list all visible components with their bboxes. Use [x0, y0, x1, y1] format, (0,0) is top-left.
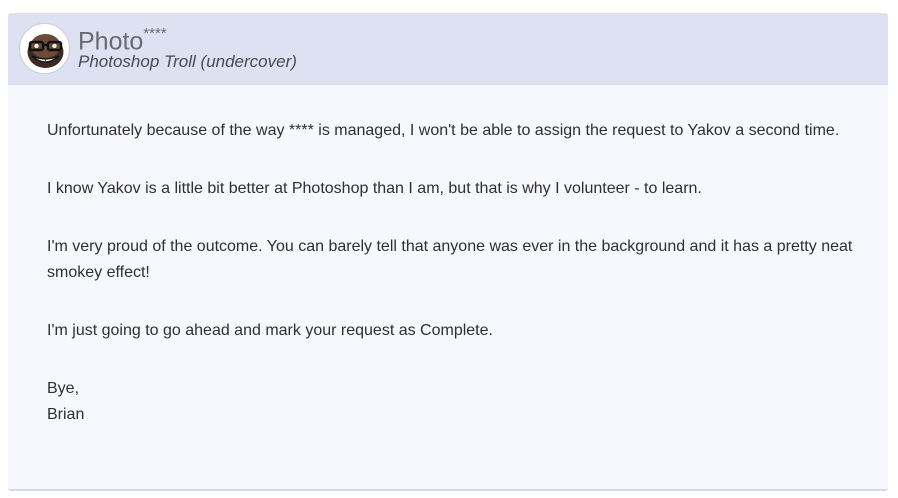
message-card: Photo**** Photoshop Troll (undercover) U… — [8, 13, 888, 491]
author-role: Photoshop Troll (undercover) — [78, 52, 297, 71]
message-signoff: Bye, Brian — [47, 376, 864, 428]
message-paragraph: Unfortunately because of the way **** is… — [47, 122, 840, 139]
troll-face-avatar-icon — [20, 24, 69, 73]
message-paragraph: I'm just going to go ahead and mark your… — [47, 322, 493, 339]
message-paragraph: I know Yakov is a little bit better at P… — [47, 180, 702, 197]
message-paragraph: I'm very proud of the outcome. You can b… — [47, 238, 853, 281]
message-body: Unfortunately because of the way **** is… — [8, 85, 888, 428]
message-header: Photo**** Photoshop Troll (undercover) — [8, 13, 888, 85]
signoff-greeting: Bye, — [47, 380, 80, 397]
signoff-signature: Brian — [47, 406, 85, 423]
author-avatar[interactable] — [19, 23, 70, 74]
author-name-suffix: **** — [143, 25, 167, 42]
